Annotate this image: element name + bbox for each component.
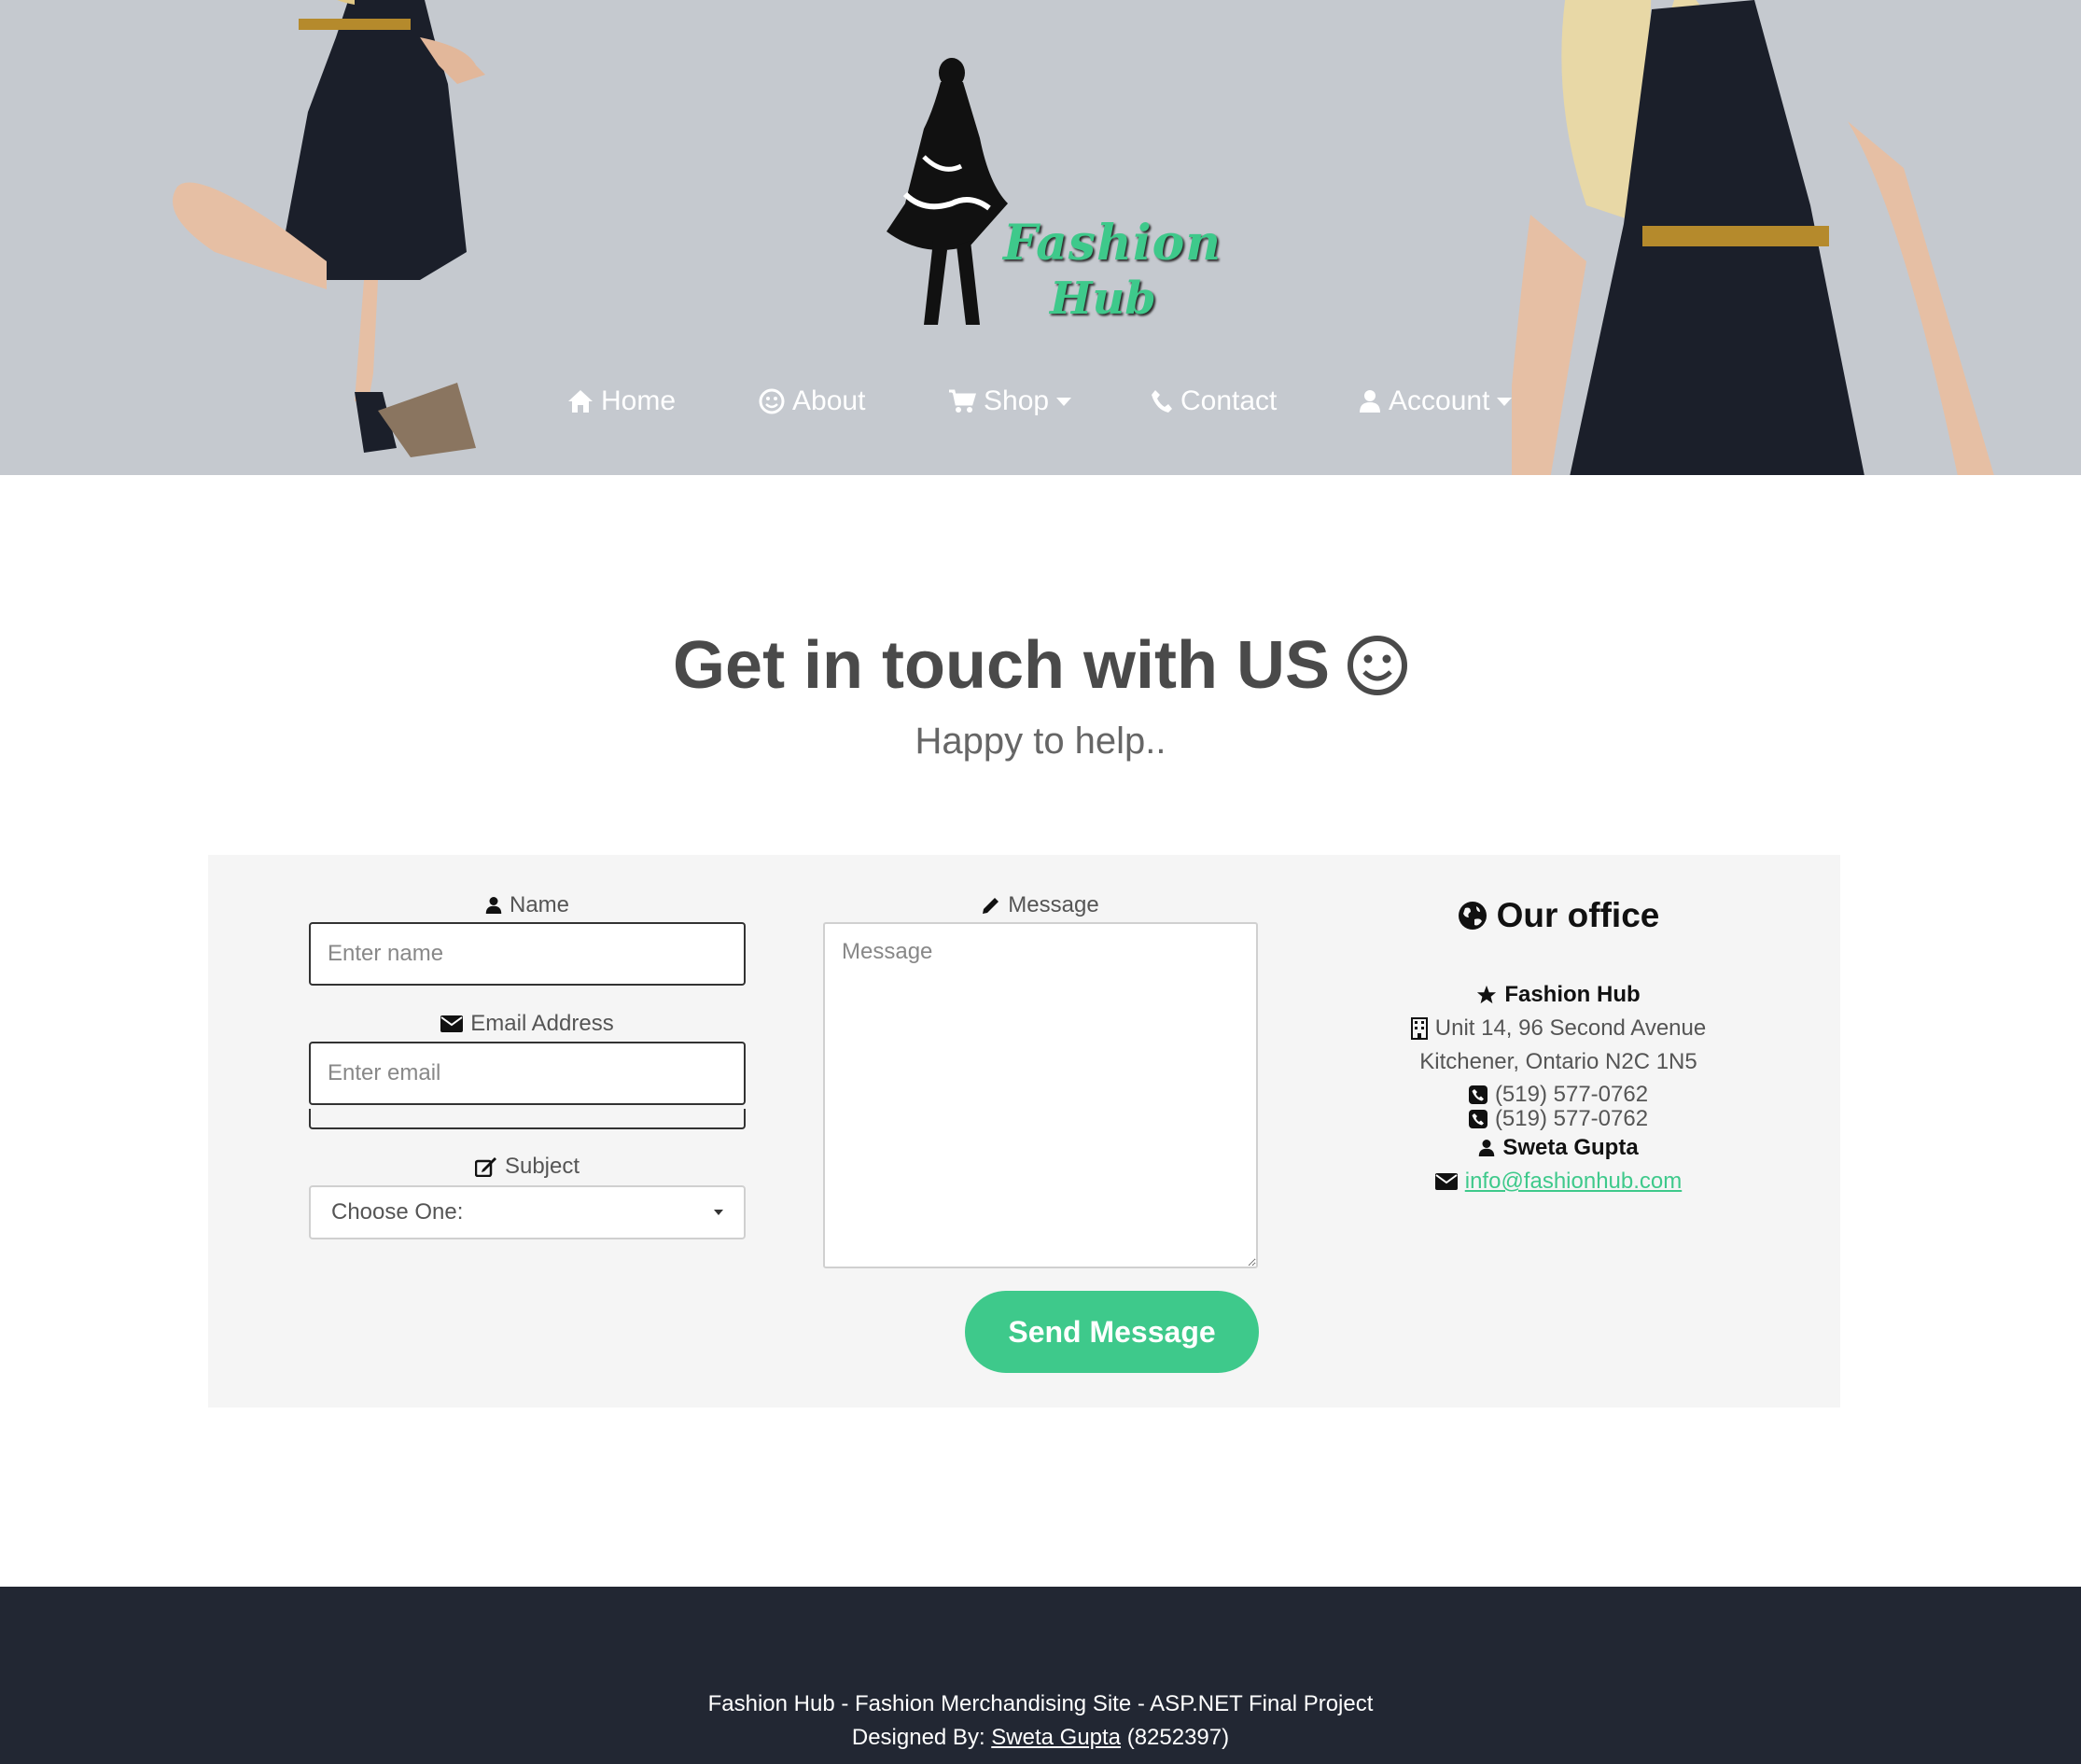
office-address-2: Kitchener, Ontario N2C 1N5 [1419, 1049, 1697, 1074]
envelope-icon [440, 1015, 464, 1032]
nav-home-label: Home [601, 385, 677, 416]
phone-icon [1152, 390, 1172, 413]
smile-icon [759, 388, 785, 414]
office-phone-1: (519) 577-0762 [1306, 1083, 1810, 1107]
star-icon [1477, 985, 1497, 1004]
nav-contact[interactable]: Contact [1151, 378, 1277, 425]
nav-about[interactable]: About [759, 378, 865, 425]
office-address-1-text: Unit 14, 96 Second Avenue [1434, 1015, 1707, 1041]
office-title: Our office [1306, 896, 1810, 935]
footer-designed-by: Designed By: [851, 1725, 985, 1750]
edit-icon [474, 1157, 496, 1177]
office-title-text: Our office [1496, 896, 1660, 934]
message-textarea[interactable] [823, 922, 1258, 1268]
phone-square-icon [1468, 1085, 1487, 1104]
fashion-hub-logo [887, 58, 1008, 325]
office-info: Our office Fashion Hub Unit 14, 96 Secon… [1306, 896, 1810, 1198]
footer: Fashion Hub - Fashion Merchandising Site… [0, 1587, 2081, 1764]
cart-icon [949, 389, 976, 413]
email-input[interactable] [309, 1042, 746, 1105]
message-label-text: Message [1008, 892, 1099, 917]
name-label-text: Name [509, 892, 570, 917]
subject-label-text: Subject [504, 1154, 580, 1179]
subject-select-value: Choose One: [331, 1199, 464, 1225]
footer-designer-line: Designed By: Sweta Gupta (8252397) [0, 1725, 2081, 1751]
envelope-icon [1434, 1173, 1458, 1190]
email-label-text: Email Address [470, 1011, 614, 1036]
select-arrow-icon [714, 1210, 723, 1215]
office-email: info@fashionhub.com [1306, 1165, 1810, 1198]
footer-designer-link[interactable]: Sweta Gupta [991, 1725, 1121, 1750]
nav-account-label: Account [1389, 385, 1490, 416]
office-email-link[interactable]: info@fashionhub.com [1465, 1165, 1683, 1198]
nav-shop-label: Shop [984, 385, 1050, 416]
office-company-text: Fashion Hub [1504, 982, 1641, 1007]
nav-about-label: About [792, 385, 866, 416]
footer-designer-id: (8252397) [1126, 1725, 1230, 1750]
phone-square-icon [1468, 1110, 1487, 1128]
office-contact-name-text: Sweta Gupta [1502, 1135, 1639, 1160]
smile-icon [1347, 636, 1407, 695]
email-label: Email Address [309, 1008, 746, 1040]
office-phone-2-text: (519) 577-0762 [1494, 1106, 1649, 1131]
nav-shop[interactable]: Shop [948, 378, 1072, 425]
nav-home[interactable]: Home [567, 378, 676, 425]
hero-banner: Fashion Hub Home About Shop Contact Acco… [0, 0, 2081, 475]
nav-contact-label: Contact [1180, 385, 1278, 416]
send-message-button[interactable]: Send Message [965, 1291, 1259, 1373]
nav-account[interactable]: Account [1359, 378, 1513, 425]
name-input[interactable] [309, 922, 746, 986]
email-input-underline [309, 1109, 746, 1129]
office-phone-2: (519) 577-0762 [1306, 1107, 1810, 1131]
office-address-1: Unit 14, 96 Second Avenue [1306, 1012, 1810, 1045]
subject-label: Subject [309, 1151, 746, 1183]
name-label: Name [309, 889, 746, 921]
user-icon [485, 897, 502, 914]
page-subtitle: Happy to help.. [915, 721, 1166, 762]
user-icon [1360, 390, 1380, 413]
office-phone-1-text: (519) 577-0762 [1494, 1082, 1649, 1107]
message-label: Message [823, 889, 1258, 921]
logo-text-fashion: Fashion [1003, 215, 1222, 272]
globe-icon [1458, 902, 1487, 930]
office-company: Fashion Hub [1306, 978, 1810, 1012]
logo-text-hub: Hub [1050, 273, 1156, 325]
pencil-icon [983, 898, 999, 914]
subject-select[interactable]: Choose One: [309, 1185, 746, 1239]
caret-down-icon [1056, 398, 1072, 406]
main-nav: Home About Shop Contact Account [0, 378, 2081, 443]
home-icon [568, 390, 593, 413]
building-icon [1410, 1017, 1428, 1040]
office-contact-name: Sweta Gupta [1306, 1131, 1810, 1165]
page-title: Get in touch with US [673, 628, 1330, 703]
caret-down-icon [1497, 398, 1513, 406]
user-icon [1479, 1140, 1495, 1156]
footer-project-line: Fashion Hub - Fashion Merchandising Site… [707, 1691, 1374, 1716]
page-heading: Get in touch with US [0, 627, 2081, 704]
